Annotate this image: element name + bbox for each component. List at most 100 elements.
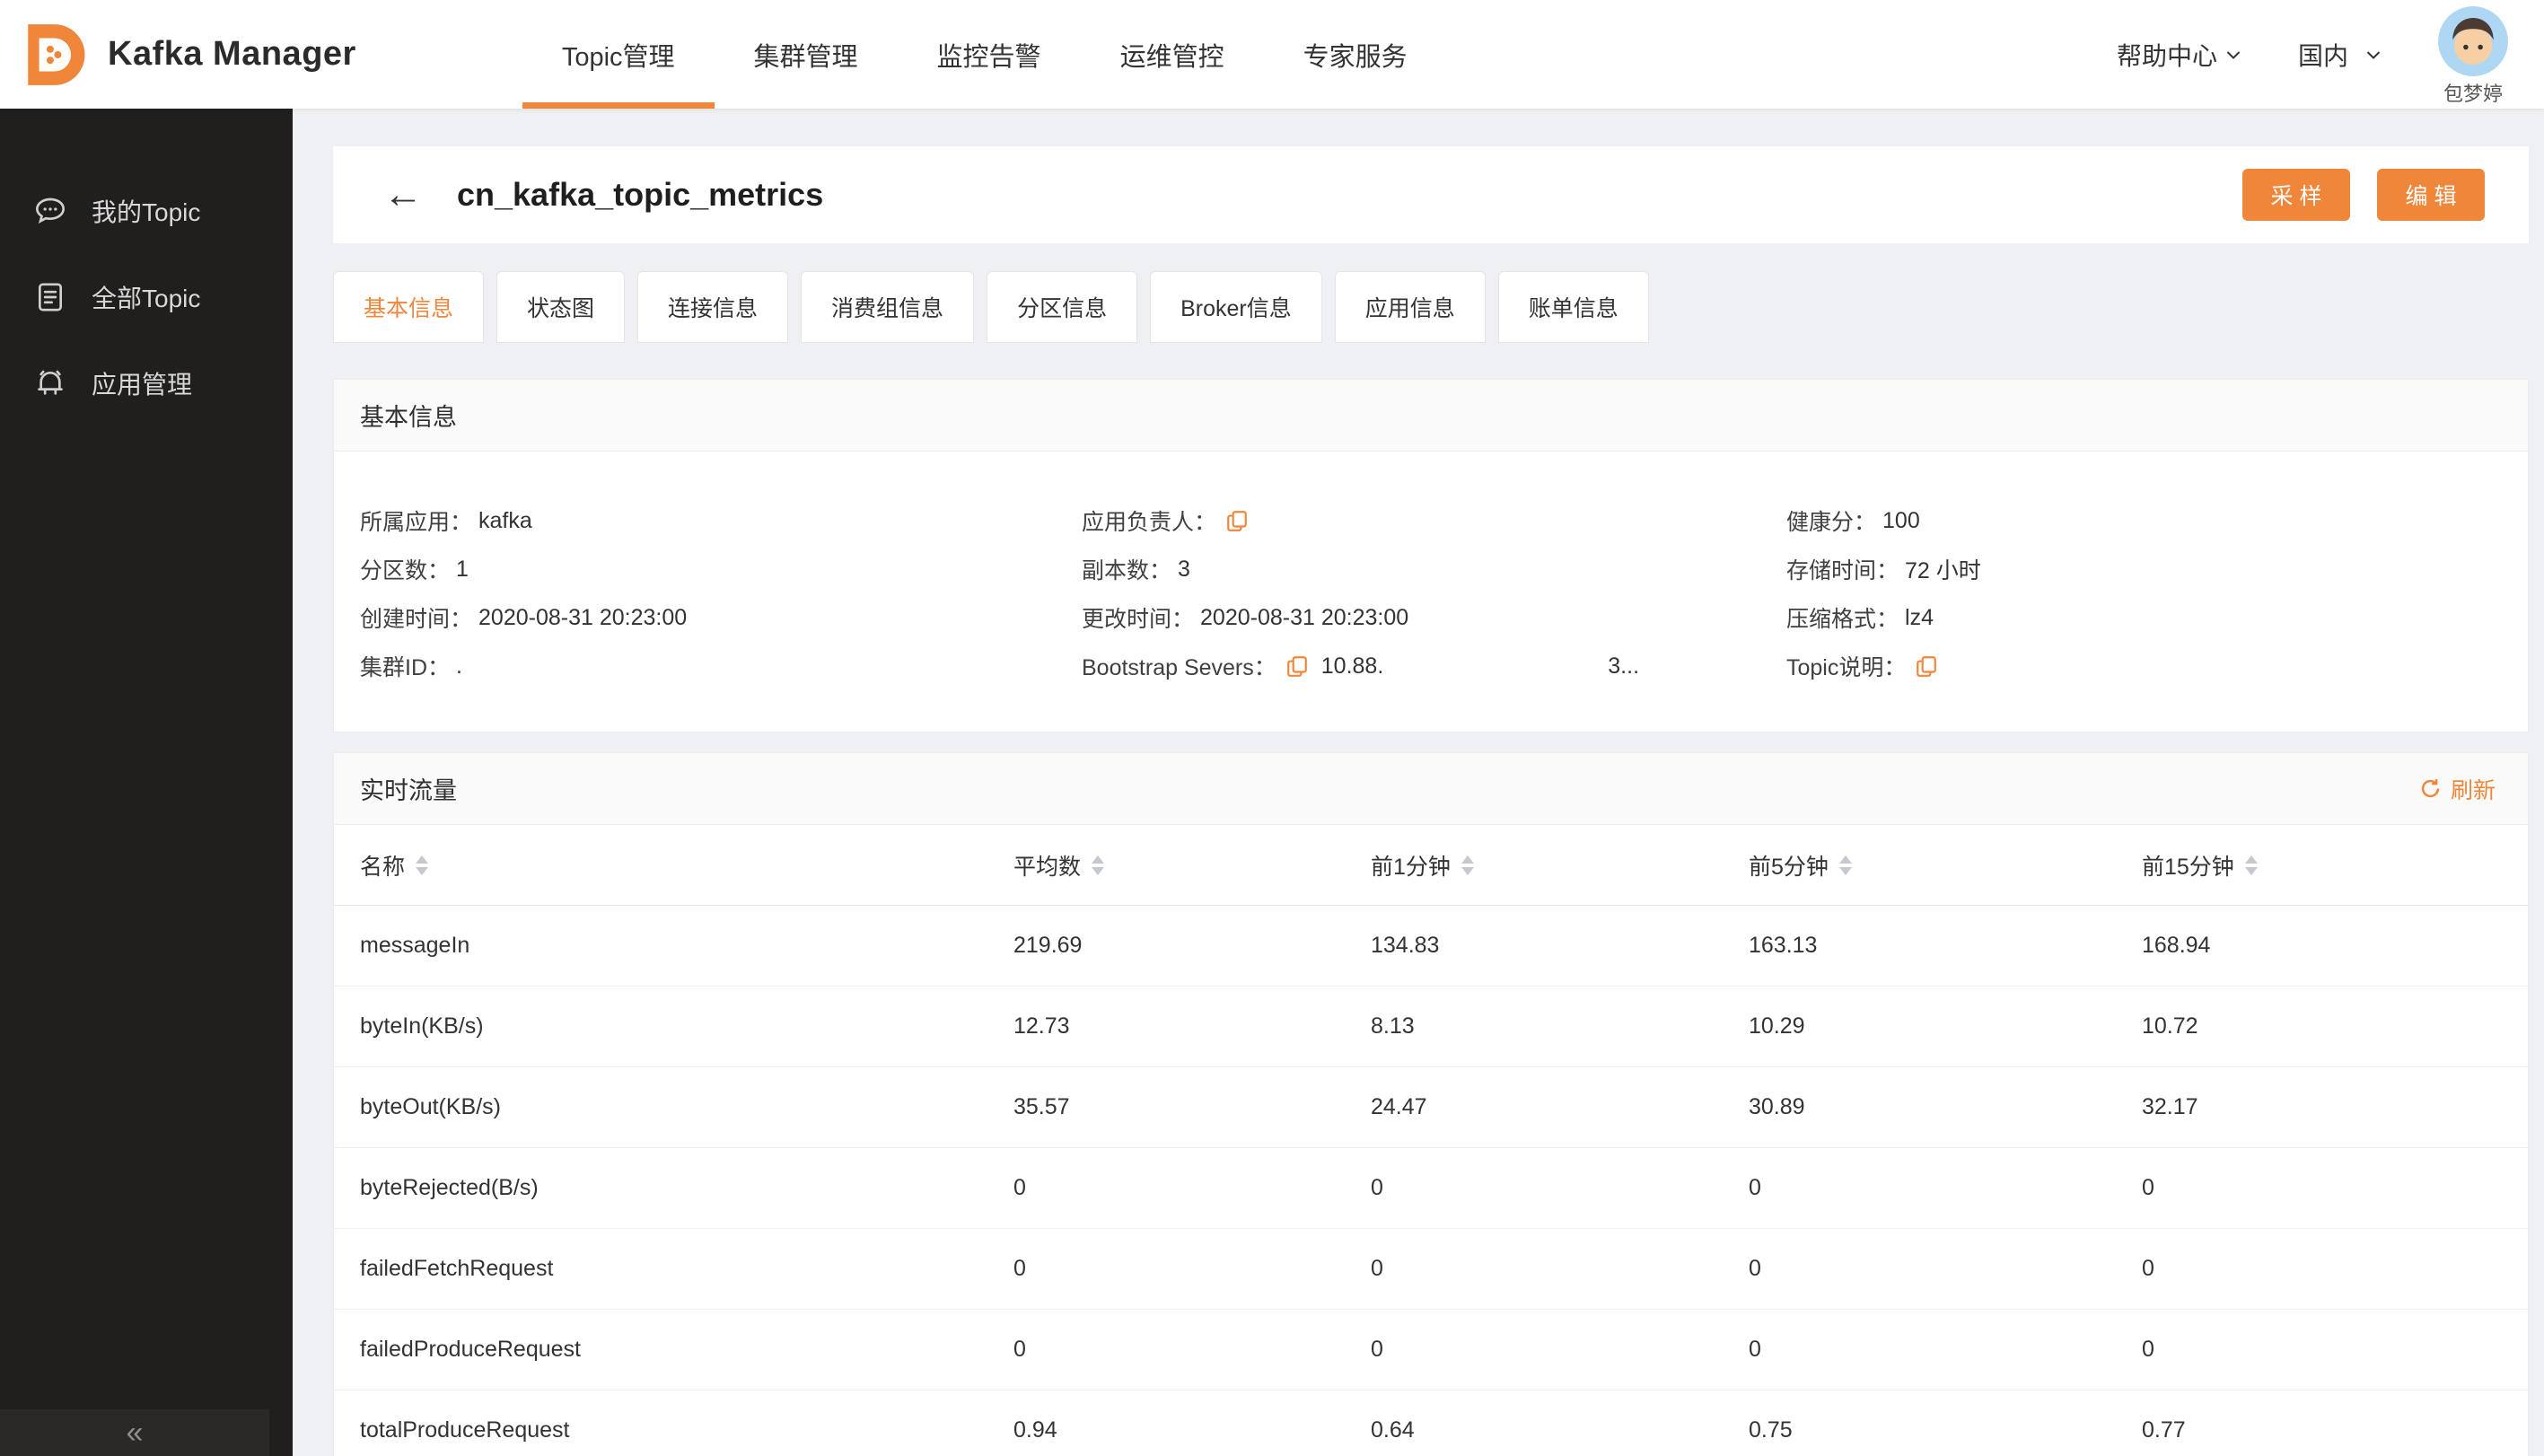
chat-icon [32,193,68,229]
sidebar: 我的Topic 全部Topic 应用管理 « [0,109,293,1456]
sort-icon[interactable] [1461,855,1474,875]
brand-title: Kafka Manager [108,35,356,73]
sort-icon[interactable] [416,855,429,875]
metric-name-cell: failedProduceRequest [360,1337,581,1362]
chevron-down-icon [2223,44,2244,66]
refresh-button[interactable]: 刷新 [2418,773,2496,805]
page-title: cn_kafka_topic_metrics [457,176,824,213]
section-title: 基本信息 [360,404,457,431]
section-title: 实时流量 [360,777,457,804]
min15-cell: 168.94 [2142,933,2211,958]
avg-cell: 219.69 [1013,933,1083,958]
basic-info-header: 基本信息 [334,380,2528,452]
min1-cell: 0 [1371,1337,1383,1362]
region-selector[interactable]: 国内 [2298,37,2384,73]
metric-name-cell: byteOut(KB/s) [360,1094,501,1119]
detail-tabs: 基本信息 状态图 连接信息 消费组信息 分区信息 Broker信息 应用信息 账… [333,271,2529,343]
copy-icon[interactable] [1915,654,1938,678]
tab-status-chart[interactable]: 状态图 [496,271,626,343]
field-compression-format: 压缩格式： lz4 [1786,604,1934,633]
column-header-last5min[interactable]: 前5分钟 [1749,849,2142,881]
avatar[interactable] [2438,5,2508,76]
top-right-area: 帮助中心 国内 包梦婷 [2117,0,2508,109]
min1-cell: 0 [1371,1256,1383,1281]
min1-cell: 0.64 [1371,1417,1415,1443]
metric-name-cell: messageIn [360,933,470,958]
help-center-menu[interactable]: 帮助中心 [2117,37,2244,73]
nav-ops-control[interactable]: 运维管控 [1081,0,1264,109]
nav-topic-management[interactable]: Topic管理 [522,0,715,109]
nav-cluster-management[interactable]: 集群管理 [715,0,898,109]
nav-monitor-alert[interactable]: 监控告警 [898,0,1081,109]
field-topic-description: Topic说明： [1786,642,2528,690]
tab-app-info[interactable]: 应用信息 [1334,271,1486,343]
refresh-icon [2418,776,2443,801]
collapse-left-icon: « [126,1415,144,1450]
table-row: messageIn 219.69 134.83 163.13 168.94 [334,906,2528,987]
min5-cell: 30.89 [1749,1094,1805,1119]
user-name: 包梦婷 [2443,82,2503,105]
sidebar-item-my-topic[interactable]: 我的Topic [0,168,293,254]
table-row: failedProduceRequest 0 0 0 0 [334,1310,2528,1390]
sample-button[interactable]: 采 样 [2242,169,2350,221]
avg-cell: 0.94 [1013,1417,1057,1443]
main-nav: Topic管理 集群管理 监控告警 运维管控 专家服务 [522,0,1447,109]
min15-cell: 32.17 [2142,1094,2198,1119]
column-header-name[interactable]: 名称 [360,849,1013,881]
sort-icon[interactable] [1092,855,1105,875]
column-header-last1min[interactable]: 前1分钟 [1371,849,1749,881]
column-header-avg[interactable]: 平均数 [1013,849,1371,881]
app-icon [32,365,68,401]
basic-info-grid: 所属应用： kafka 应用负责人： 健康分： 100 分区数： 1 副本数： … [334,452,2528,732]
table-row: totalProduceRequest 0.94 0.64 0.75 0.77 [334,1390,2528,1456]
table-header-row: 名称 平均数 前1分钟 前5分钟 前15分钟 [334,825,2528,906]
field-modify-time: 更改时间： 2020-08-31 20:23:00 [1082,604,1409,633]
tab-bill-info[interactable]: 账单信息 [1497,271,1649,343]
nav-expert-service[interactable]: 专家服务 [1264,0,1447,109]
sidebar-item-label: 全部Topic [92,285,201,312]
min15-cell: 0 [2142,1337,2154,1362]
field-replica-count: 副本数： 3 [1082,556,1190,584]
min15-cell: 0 [2142,1175,2154,1200]
brand[interactable]: Kafka Manager [20,0,356,109]
table-row: byteOut(KB/s) 35.57 24.47 30.89 32.17 [334,1067,2528,1148]
user-profile[interactable]: 包梦婷 [2438,5,2508,107]
edit-button[interactable]: 编 辑 [2377,169,2485,221]
traffic-table: 名称 平均数 前1分钟 前5分钟 前15分钟 messageIn 219.69 … [334,825,2528,1456]
min5-cell: 0 [1749,1256,1761,1281]
top-bar: Kafka Manager Topic管理 集群管理 监控告警 运维管控 专家服… [0,0,2544,109]
title-actions: 采 样 编 辑 [2242,169,2485,221]
sidebar-item-all-topic[interactable]: 全部Topic [0,254,293,340]
column-header-last15min[interactable]: 前15分钟 [2142,849,2528,881]
avg-cell: 12.73 [1013,1013,1070,1039]
min15-cell: 0 [2142,1256,2154,1281]
avg-cell: 0 [1013,1337,1026,1362]
sidebar-collapse-button[interactable]: « [0,1409,269,1456]
tab-connection-info[interactable]: 连接信息 [637,271,789,343]
min1-cell: 0 [1371,1175,1383,1200]
min1-cell: 24.47 [1371,1094,1427,1119]
back-arrow-icon[interactable]: ← [383,175,423,215]
tab-basic-info[interactable]: 基本信息 [333,271,485,343]
sidebar-item-app-management[interactable]: 应用管理 [0,340,293,426]
copy-icon[interactable] [1225,509,1249,532]
copy-icon[interactable] [1285,654,1309,678]
min1-cell: 134.83 [1371,933,1440,958]
field-bootstrap-servers: Bootstrap Severs： 10.88. 3... [1082,653,1640,681]
page-body: 我的Topic 全部Topic 应用管理 « ← cn_kafka_topic_… [0,109,2544,1456]
sidebar-item-label: 应用管理 [92,371,193,399]
field-app-owner: 应用负责人： [1082,496,1786,545]
avg-cell: 0 [1013,1256,1026,1281]
avg-cell: 35.57 [1013,1094,1070,1119]
tab-consumer-group-info[interactable]: 消费组信息 [801,271,975,343]
realtime-traffic-section: 实时流量 刷新 名称 平均数 前1分钟 前5分钟 前15分钟 messageIn… [333,752,2529,1456]
min5-cell: 0 [1749,1337,1761,1362]
sort-icon[interactable] [1838,855,1852,875]
sidebar-item-label: 我的Topic [92,198,201,226]
realtime-traffic-header: 实时流量 刷新 [334,753,2528,825]
table-row: byteIn(KB/s) 12.73 8.13 10.29 10.72 [334,987,2528,1067]
tab-broker-info[interactable]: Broker信息 [1150,271,1322,343]
sort-icon[interactable] [2244,855,2258,875]
table-row: byteRejected(B/s) 0 0 0 0 [334,1148,2528,1229]
tab-partition-info[interactable]: 分区信息 [987,271,1138,343]
